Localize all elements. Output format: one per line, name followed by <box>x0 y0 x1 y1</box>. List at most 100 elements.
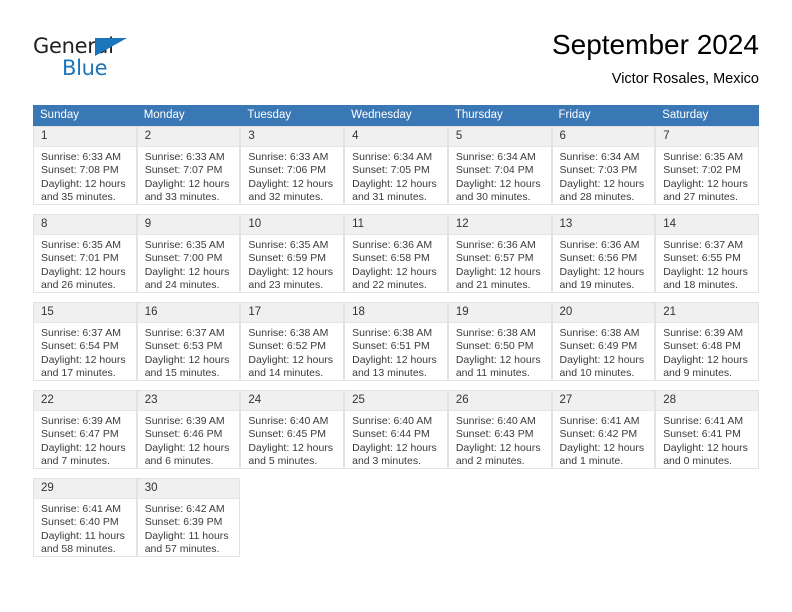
calendar-day-cell[interactable]: 16 Sunrise: 6:37 AM Sunset: 6:53 PM Dayligh… <box>136 302 241 381</box>
day-details: Sunrise: 6:33 AM Sunset: 7:08 PM Daylight:… <box>34 147 136 205</box>
logo-text-blue: Blue <box>62 56 108 80</box>
sunrise-text: Sunrise: 6:33 AM <box>41 151 121 163</box>
calendar-day-cell[interactable]: 11 Sunrise: 6:36 AM Sunset: 6:58 PM Dayligh… <box>344 214 448 293</box>
day-number: 1 <box>34 126 136 147</box>
sunrise-text: Sunrise: 6:33 AM <box>248 151 329 163</box>
daylight-text: Daylight: 12 hours and 35 minutes. <box>41 177 126 204</box>
day-details: Sunrise: 6:37 AM Sunset: 6:53 PM Daylight:… <box>138 323 240 381</box>
day-number: 23 <box>137 390 240 411</box>
calendar-header-row: Sunday Monday Tuesday Wednesday Thursday… <box>33 105 759 126</box>
calendar-week-row: 29 Sunrise: 6:41 AM Sunset: 6:40 PM Dayligh… <box>33 478 759 557</box>
calendar-day-cell[interactable]: 6 Sunrise: 6:34 AM Sunset: 7:03 PM Daylight… <box>551 126 656 205</box>
day-number: 18 <box>345 302 447 323</box>
calendar-day-cell[interactable]: 17 Sunrise: 6:38 AM Sunset: 6:52 PM Dayligh… <box>240 302 345 381</box>
day-cell-inner: 26 Sunrise: 6:40 AM Sunset: 6:43 PM Dayligh… <box>447 390 552 469</box>
day-cell-inner: 9 Sunrise: 6:35 AM Sunset: 7:00 PM Daylight… <box>136 214 241 293</box>
calendar-day-cell[interactable]: 1 Sunrise: 6:33 AM Sunset: 7:08 PM Daylight… <box>33 126 137 205</box>
calendar-day-cell[interactable]: 9 Sunrise: 6:35 AM Sunset: 7:00 PM Daylight… <box>136 214 241 293</box>
calendar-day-cell[interactable]: 19 Sunrise: 6:38 AM Sunset: 6:50 PM Dayligh… <box>447 302 552 381</box>
day-details: Sunrise: 6:33 AM Sunset: 7:07 PM Daylight:… <box>138 147 240 205</box>
calendar-day-cell[interactable]: 3 Sunrise: 6:33 AM Sunset: 7:06 PM Daylight… <box>240 126 345 205</box>
day-cell-inner: 6 Sunrise: 6:34 AM Sunset: 7:03 PM Daylight… <box>551 126 656 205</box>
day-number: 15 <box>34 302 136 323</box>
day-number <box>344 478 448 484</box>
day-cell-inner: 21 Sunrise: 6:39 AM Sunset: 6:48 PM Dayligh… <box>655 302 759 381</box>
calendar-day-cell[interactable]: 21 Sunrise: 6:39 AM Sunset: 6:48 PM Dayligh… <box>655 302 759 381</box>
calendar-day-cell[interactable]: 25 Sunrise: 6:40 AM Sunset: 6:44 PM Dayligh… <box>344 390 448 469</box>
day-number <box>552 478 656 484</box>
week-spacer-cell <box>33 205 759 214</box>
day-cell-inner <box>447 478 552 557</box>
sunset-text: Sunset: 6:43 PM <box>455 428 534 441</box>
day-details: Sunrise: 6:35 AM Sunset: 6:59 PM Daylight:… <box>241 235 343 293</box>
weekday-header-sunday: Sunday <box>33 105 137 126</box>
daylight-text: Daylight: 12 hours and 32 minutes. <box>248 177 334 204</box>
week-spacer <box>33 469 759 478</box>
calendar-table: Sunday Monday Tuesday Wednesday Thursday… <box>33 105 759 557</box>
day-details: Sunrise: 6:37 AM Sunset: 6:55 PM Daylight:… <box>656 235 758 293</box>
day-number: 21 <box>656 302 758 323</box>
day-number: 20 <box>552 302 655 323</box>
calendar-day-cell[interactable]: 29 Sunrise: 6:41 AM Sunset: 6:40 PM Dayligh… <box>33 478 137 557</box>
calendar-day-cell[interactable]: 22 Sunrise: 6:39 AM Sunset: 6:47 PM Dayligh… <box>33 390 137 469</box>
sunrise-text: Sunrise: 6:41 AM <box>663 415 744 427</box>
weekday-header-monday: Monday <box>136 105 241 126</box>
calendar-day-cell[interactable]: 30 Sunrise: 6:42 AM Sunset: 6:39 PM Dayligh… <box>136 478 241 557</box>
calendar-day-cell[interactable]: 12 Sunrise: 6:36 AM Sunset: 6:57 PM Dayligh… <box>447 214 552 293</box>
daylight-text: Daylight: 12 hours and 19 minutes. <box>559 265 645 292</box>
sunset-text: Sunset: 7:04 PM <box>455 164 534 177</box>
daylight-text: Daylight: 12 hours and 30 minutes. <box>455 177 541 204</box>
calendar-day-cell[interactable]: 2 Sunrise: 6:33 AM Sunset: 7:07 PM Daylight… <box>136 126 241 205</box>
sunrise-text: Sunrise: 6:38 AM <box>248 327 329 339</box>
sunrise-text: Sunrise: 6:38 AM <box>352 327 433 339</box>
sunset-text: Sunset: 6:55 PM <box>663 252 741 265</box>
calendar-day-cell[interactable]: 28 Sunrise: 6:41 AM Sunset: 6:41 PM Dayligh… <box>655 390 759 469</box>
day-number: 28 <box>656 390 758 411</box>
sunrise-text: Sunrise: 6:34 AM <box>352 151 433 163</box>
day-number: 9 <box>137 214 240 235</box>
daylight-text: Daylight: 12 hours and 14 minutes. <box>248 353 334 380</box>
week-spacer <box>33 381 759 390</box>
day-details: Sunrise: 6:35 AM Sunset: 7:00 PM Daylight:… <box>138 235 240 293</box>
day-number: 5 <box>448 126 551 147</box>
day-cell-inner: 19 Sunrise: 6:38 AM Sunset: 6:50 PM Dayligh… <box>447 302 552 381</box>
day-cell-inner: 1 Sunrise: 6:33 AM Sunset: 7:08 PM Daylight… <box>33 126 137 205</box>
calendar-day-cell[interactable]: 4 Sunrise: 6:34 AM Sunset: 7:05 PM Daylight… <box>344 126 448 205</box>
day-number <box>448 478 552 484</box>
daylight-text: Daylight: 12 hours and 3 minutes. <box>352 441 437 468</box>
day-number <box>655 478 759 484</box>
calendar-day-cell[interactable]: 8 Sunrise: 6:35 AM Sunset: 7:01 PM Daylight… <box>33 214 137 293</box>
sunrise-text: Sunrise: 6:36 AM <box>352 239 433 251</box>
day-cell-inner: 27 Sunrise: 6:41 AM Sunset: 6:42 PM Dayligh… <box>551 390 656 469</box>
day-number: 8 <box>34 214 136 235</box>
calendar-day-cell[interactable]: 7 Sunrise: 6:35 AM Sunset: 7:02 PM Daylight… <box>655 126 759 205</box>
sunrise-text: Sunrise: 6:39 AM <box>41 415 121 427</box>
sunset-text: Sunset: 6:46 PM <box>144 428 223 441</box>
calendar-day-cell[interactable]: 13 Sunrise: 6:36 AM Sunset: 6:56 PM Dayligh… <box>551 214 656 293</box>
calendar-day-cell[interactable]: 27 Sunrise: 6:41 AM Sunset: 6:42 PM Dayligh… <box>551 390 656 469</box>
calendar-day-cell[interactable]: 23 Sunrise: 6:39 AM Sunset: 6:46 PM Dayligh… <box>136 390 241 469</box>
weekday-header-wednesday: Wednesday <box>344 105 448 126</box>
sunset-text: Sunset: 6:54 PM <box>41 340 119 353</box>
sunrise-text: Sunrise: 6:38 AM <box>455 327 536 339</box>
day-number: 13 <box>552 214 655 235</box>
calendar-day-cell[interactable]: 10 Sunrise: 6:35 AM Sunset: 6:59 PM Dayligh… <box>240 214 345 293</box>
day-details: Sunrise: 6:38 AM Sunset: 6:50 PM Daylight:… <box>449 323 551 381</box>
calendar-day-cell[interactable]: 18 Sunrise: 6:38 AM Sunset: 6:51 PM Dayligh… <box>344 302 448 381</box>
day-details: Sunrise: 6:39 AM Sunset: 6:47 PM Daylight:… <box>34 411 136 469</box>
sunset-text: Sunset: 6:57 PM <box>455 252 534 265</box>
calendar-day-cell[interactable]: 14 Sunrise: 6:37 AM Sunset: 6:55 PM Dayligh… <box>655 214 759 293</box>
weekday-header-thursday: Thursday <box>447 105 552 126</box>
calendar-day-cell[interactable]: 15 Sunrise: 6:37 AM Sunset: 6:54 PM Dayligh… <box>33 302 137 381</box>
title-block: September 2024 Victor Rosales, Mexico <box>552 28 759 89</box>
calendar-cell-empty <box>344 478 448 557</box>
generalblue-logo[interactable]: General Blue <box>33 36 153 88</box>
weekday-header-friday: Friday <box>551 105 656 126</box>
day-number: 30 <box>137 478 240 499</box>
day-cell-inner: 29 Sunrise: 6:41 AM Sunset: 6:40 PM Dayligh… <box>33 478 137 557</box>
calendar-day-cell[interactable]: 24 Sunrise: 6:40 AM Sunset: 6:45 PM Dayligh… <box>240 390 345 469</box>
calendar-day-cell[interactable]: 20 Sunrise: 6:38 AM Sunset: 6:49 PM Dayligh… <box>551 302 656 381</box>
day-number: 2 <box>137 126 240 147</box>
calendar-day-cell[interactable]: 5 Sunrise: 6:34 AM Sunset: 7:04 PM Daylight… <box>447 126 552 205</box>
calendar-day-cell[interactable]: 26 Sunrise: 6:40 AM Sunset: 6:43 PM Dayligh… <box>447 390 552 469</box>
